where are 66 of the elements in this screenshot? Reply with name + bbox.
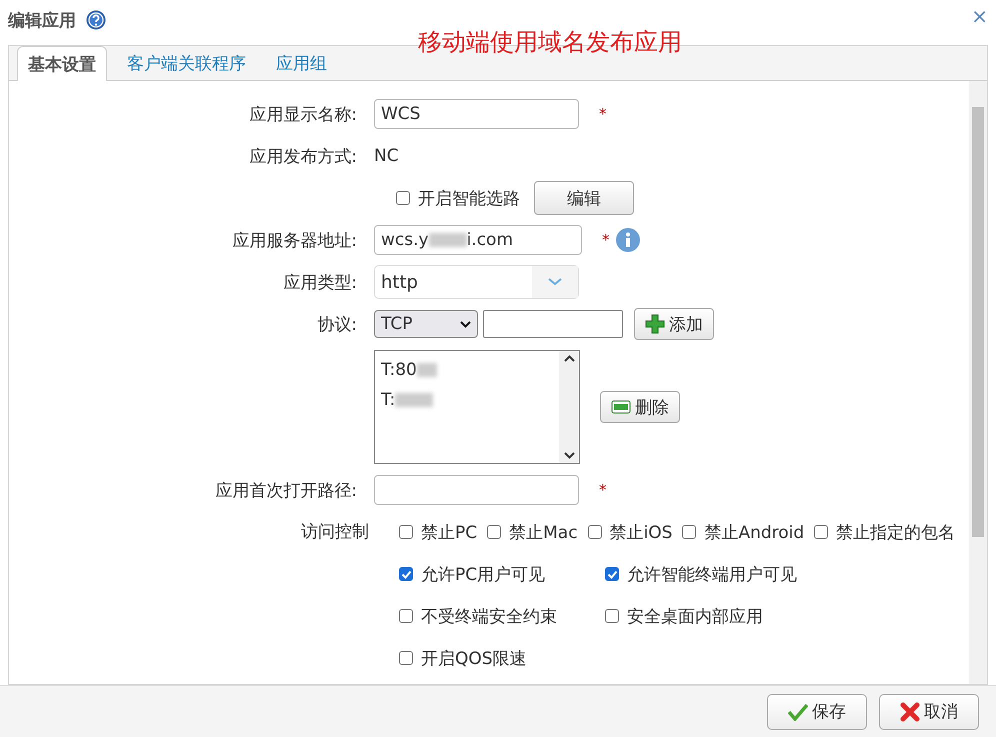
checkbox[interactable] [682,525,696,539]
input-field[interactable] [374,475,579,505]
checkbox[interactable] [399,609,413,623]
checkbox-label: 允许智能终端用户可见 [627,564,797,586]
add-button[interactable]: 添加 [634,308,714,340]
checkbox[interactable] [588,525,602,539]
checkbox[interactable] [605,567,619,581]
field-label: 应用首次打开路径: [214,480,358,502]
minus-icon [611,400,631,414]
required-mark: * [602,231,610,249]
chevron-down-icon[interactable] [564,452,574,459]
checkbox[interactable] [399,525,413,539]
input-field[interactable]: WCS [374,99,579,129]
annotation-text: 移动端使用域名发布应用 [418,27,682,57]
delete-button[interactable]: 删除 [600,391,680,423]
checkbox-label: 禁止指定的包名 [836,522,956,544]
plus-icon [645,314,665,334]
port-item[interactable]: T: [381,390,396,410]
checkbox-label: 开启智能选路 [418,188,520,210]
field-label: 协议: [316,314,358,336]
edit-button[interactable]: 编辑 [534,181,634,215]
port-list[interactable]: T:80 T: [374,350,580,464]
field-value: NC [374,146,399,166]
checkbox-label: 允许PC用户可见 [421,564,546,586]
checkbox[interactable] [487,525,502,539]
checkbox-label: 禁止iOS [610,522,672,544]
port-field[interactable] [483,310,623,338]
help-icon[interactable] [86,10,106,30]
tab[interactable]: 应用组 [266,46,337,80]
checkbox-label: 禁止Android [704,522,804,544]
required-mark: * [599,105,606,123]
cancel-button[interactable]: 取消 [879,694,979,730]
close-icon [900,702,920,722]
checkbox-label: 禁止Mac [509,522,578,544]
checkbox-label: 安全桌面内部应用 [627,606,763,628]
required-mark: * [599,481,606,499]
field-label: 应用服务器地址: [231,230,358,252]
protocol-dropdown[interactable]: TCP [374,310,478,338]
port-item[interactable]: T:80 [381,360,417,380]
field-label: 应用类型: [282,272,358,294]
checkbox-label: 禁止PC [421,522,478,544]
scrollbar[interactable] [969,81,987,684]
info-icon[interactable] [614,227,640,253]
checkbox-label: 开启QOS限速 [421,648,527,670]
tab[interactable]: 基本设置 [17,46,107,81]
input-field[interactable]: wcs.y i.com [374,225,582,255]
chevron-down-icon [548,278,562,286]
checkbox-label: 不受终端安全约束 [421,606,557,628]
save-button[interactable]: 保存 [767,694,867,730]
redaction-blur [395,393,434,407]
close-button[interactable]: × [971,4,988,28]
field-label: 访问控制 [300,521,370,544]
tab[interactable]: 客户端关联程序 [117,46,256,80]
field-label: 应用发布方式: [248,146,358,168]
check-icon [788,702,808,720]
type-dropdown[interactable]: http [374,265,579,299]
chevron-up-icon[interactable] [564,355,574,362]
dialog-title: 编辑应用 [8,10,76,32]
redaction-blur [416,363,437,377]
checkbox[interactable] [396,191,410,205]
field-label: 应用显示名称: [248,104,358,126]
checkbox[interactable] [399,651,413,665]
checkbox[interactable] [605,609,619,623]
checkbox[interactable] [399,567,413,581]
chevron-down-icon [460,320,471,328]
checkbox[interactable] [814,525,828,539]
